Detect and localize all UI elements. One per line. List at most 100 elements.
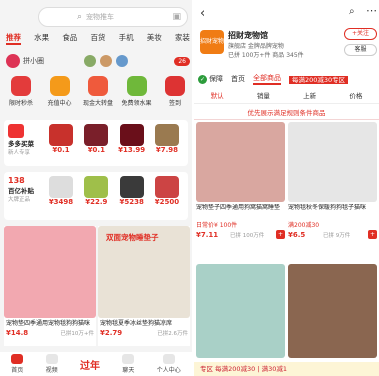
bottom-nav: 首页 视频 过年 聊天 个人中心	[0, 352, 192, 376]
nav-home[interactable]: 首页	[11, 354, 23, 374]
friend-circle-label: 拼小圈	[23, 57, 44, 65]
subsidy-badge: 138	[8, 176, 25, 185]
profile-icon	[162, 354, 175, 364]
tab-home[interactable]: 首页	[231, 74, 245, 84]
product-price: ¥2.79	[100, 329, 123, 338]
product-card[interactable]	[288, 264, 377, 358]
product-title: 宠物垫四季通用宠物毯狗狗猫咪	[6, 320, 91, 327]
grocery-item[interactable]: ¥0.1	[44, 124, 78, 156]
tab-fruit[interactable]: 水果	[34, 32, 49, 45]
product-image: 双面宠物睡垫子	[98, 226, 190, 318]
sort-default[interactable]: 默认	[211, 90, 224, 103]
nav-chat[interactable]: 聊天	[122, 354, 134, 374]
grocery-item[interactable]: ¥0.1	[79, 124, 113, 156]
avatar	[116, 55, 128, 67]
entry-free-fruit[interactable]: 免费领水果	[120, 76, 154, 107]
nav-festival[interactable]: 过年	[80, 357, 100, 372]
search-icon[interactable]: ⌕	[349, 6, 355, 17]
search-placeholder: 宠物推车	[86, 13, 115, 21]
product-sales: 已拼 9万件	[323, 232, 351, 239]
sort-sales[interactable]: 销量	[257, 90, 270, 103]
tab-home[interactable]: 家装	[175, 32, 190, 45]
product-title: 宠物毯秋冬保暖狗狗毯子猫咪	[288, 204, 367, 211]
sort-price[interactable]: 价格	[349, 90, 362, 103]
right-screen: ‹ ⌕ ⋯ 招财宠物 招财宠物馆 旗舰店 金牌品牌宠物 已拼 100万+件 商品…	[194, 0, 379, 376]
tab-goods[interactable]: 百货	[90, 32, 105, 45]
video-icon	[45, 354, 58, 364]
sort-bar: 默认 销量 上新 价格	[194, 90, 379, 104]
cart-icon[interactable]: +	[368, 230, 377, 239]
subsidy-item[interactable]: ¥3498	[44, 176, 78, 206]
grocery-item[interactable]: ¥7.98	[150, 124, 184, 156]
entry-checkin[interactable]: 签到	[158, 76, 192, 107]
grocery-card[interactable]: 多多买菜 新人专享 ¥0.1 ¥0.1 ¥13.99 ¥7.98	[4, 120, 188, 166]
left-screen: ⌕ 宠物推车 ▣ 推荐 水果 食品 百货 手机 美妆 家装 拼小圈 26 限时秒…	[0, 0, 192, 376]
nav-profile[interactable]: 个人中心	[157, 354, 181, 374]
sort-new[interactable]: 上新	[303, 90, 316, 103]
tab-all-products[interactable]: 全部商品	[253, 73, 281, 85]
shop-header: ‹ ⌕ ⋯ 招财宠物 招财宠物馆 旗舰店 金牌品牌宠物 已拼 100万+件 商品…	[194, 0, 379, 70]
check-icon: ✓	[198, 75, 207, 84]
shop-logo: 招财宠物	[200, 30, 224, 54]
shop-stats: 已拼 100万+件 商品 345件	[228, 52, 304, 59]
grocery-logo-icon	[8, 124, 24, 138]
product-card[interactable]: 宠物垫子四季通用狗窝猫窝睡垫 日常价¥ 100件 ¥7.11 已拼 100万件 …	[196, 122, 285, 239]
quick-entry-grid: 限时秒杀 充值中心 现金大转盘 免费领水果 签到	[4, 76, 192, 107]
tab-phone[interactable]: 手机	[119, 32, 134, 45]
product-promo: 日常价¥ 100件	[196, 222, 238, 229]
product-sales: 已拼2.6万件	[157, 331, 188, 338]
product-sales: 已拼 100万件	[229, 232, 265, 239]
tab-recommend[interactable]: 推荐	[6, 32, 21, 45]
nav-video[interactable]: 视频	[45, 354, 58, 374]
search-bar[interactable]: ⌕ 宠物推车 ▣	[38, 7, 188, 27]
product-promo-text: 双面宠物睡垫子	[106, 233, 159, 242]
product-title: 宠物垫子四季通用狗窝猫窝睡垫	[196, 204, 281, 211]
product-card[interactable]: 双面宠物睡垫子 宠物毯夏季冰丝垫狗猫凉席 ¥2.79 已拼2.6万件	[98, 226, 190, 346]
chat-icon	[122, 354, 135, 364]
product-card[interactable]: 宠物垫四季通用宠物毯狗狗猫咪 ¥14.8 已拼10万+件	[4, 226, 96, 346]
tab-beauty[interactable]: 美妆	[147, 32, 162, 45]
notification-badge: 26	[174, 56, 190, 66]
back-icon[interactable]: ‹	[200, 6, 205, 21]
shop-name: 招财宠物馆	[228, 31, 268, 40]
tab-promo[interactable]: 每满200减30专区	[289, 74, 349, 84]
grocery-item[interactable]: ¥13.99	[115, 124, 149, 156]
promo-footer: 专区 每满200减30 | 满30减1	[194, 362, 379, 376]
product-price: ¥6.5	[288, 230, 306, 239]
follow-button[interactable]: +关注	[344, 28, 377, 40]
product-title: 宠物毯夏季冰丝垫狗猫凉席	[100, 320, 173, 327]
shop-subtitle: 旗舰店 金牌品牌宠物	[228, 43, 284, 50]
flash-sale-icon	[11, 76, 31, 96]
home-icon	[11, 354, 24, 364]
tab-food[interactable]: 食品	[62, 32, 77, 45]
search-icon: ⌕	[77, 12, 83, 22]
subsidy-title: 百亿补贴	[8, 187, 34, 195]
wheel-icon	[88, 76, 108, 96]
checkin-icon	[165, 76, 185, 96]
entry-wheel[interactable]: 现金大转盘	[81, 76, 115, 107]
friend-circle-row[interactable]: 拼小圈 26	[6, 52, 190, 70]
camera-icon[interactable]: ▣	[172, 12, 181, 22]
contact-button[interactable]: 客服	[344, 44, 377, 56]
subsidy-card[interactable]: 138 百亿补贴 大牌正品 ¥3498 ¥22.9 ¥5238 ¥2500	[4, 172, 188, 220]
product-card[interactable]: 宠物毯秋冬保暖狗狗毯子猫咪 满200减30 ¥6.5 已拼 9万件 +	[288, 122, 377, 239]
subsidy-item[interactable]: ¥22.9	[79, 176, 113, 206]
product-sales: 已拼10万+件	[60, 331, 94, 338]
avatar	[6, 54, 20, 68]
more-icon[interactable]: ⋯	[366, 4, 377, 17]
subsidy-item[interactable]: ¥2500	[150, 176, 184, 206]
tab-guarantee[interactable]: ✓ 保障	[198, 74, 223, 84]
subsidy-subtitle: 大牌正品	[8, 197, 31, 203]
product-card[interactable]	[196, 264, 285, 358]
product-image	[288, 122, 377, 202]
grocery-subtitle: 新人专享	[8, 150, 31, 156]
subsidy-item[interactable]: ¥5238	[115, 176, 149, 206]
cart-icon[interactable]: +	[276, 230, 285, 239]
product-image	[4, 226, 96, 318]
entry-flash-sale[interactable]: 限时秒杀	[4, 76, 38, 107]
category-tabs: 推荐 水果 食品 百货 手机 美妆 家装	[6, 32, 190, 45]
fruit-icon	[126, 76, 147, 96]
avatar	[100, 55, 112, 67]
entry-recharge[interactable]: 充值中心	[43, 76, 77, 107]
product-image	[288, 264, 377, 358]
